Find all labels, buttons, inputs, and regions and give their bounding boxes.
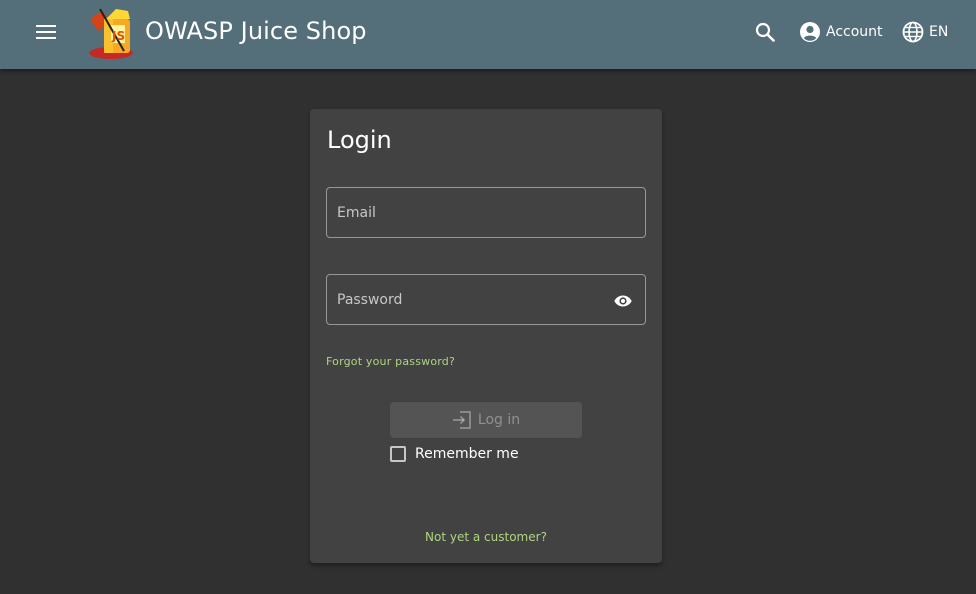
remember-me-checkbox[interactable]: Remember me <box>390 446 519 462</box>
password-input[interactable] <box>327 275 645 324</box>
login-button-label: Log in <box>477 412 521 428</box>
toggle-password-visibility-button[interactable] <box>613 291 633 311</box>
account-circle-icon <box>800 22 820 42</box>
login-title: Login <box>327 126 392 154</box>
register-link[interactable]: Not yet a customer? <box>310 530 662 544</box>
language-button[interactable]: EN <box>902 18 948 46</box>
account-label: Account <box>826 24 883 40</box>
email-field[interactable] <box>326 187 646 238</box>
email-input[interactable] <box>327 188 645 237</box>
menu-button[interactable] <box>30 16 62 48</box>
juice-shop-logo[interactable]: JS <box>84 5 138 61</box>
password-field[interactable] <box>326 274 646 325</box>
top-toolbar: JS OWASP Juice Shop Account EN <box>0 0 976 69</box>
checkbox-box[interactable] <box>390 446 406 462</box>
forgot-password-link[interactable]: Forgot your password? <box>326 355 455 368</box>
visibility-icon <box>614 295 632 307</box>
language-icon <box>902 21 924 43</box>
account-button[interactable]: Account <box>799 18 883 46</box>
remember-me-label: Remember me <box>415 446 519 462</box>
svg-text:JS: JS <box>111 29 125 43</box>
search-icon <box>755 22 775 42</box>
login-card: Login Forgot your password? Log in Remem… <box>310 109 662 563</box>
language-label: EN <box>929 24 949 40</box>
login-icon <box>452 411 471 429</box>
search-button[interactable] <box>751 18 779 46</box>
login-button[interactable]: Log in <box>390 402 582 438</box>
menu-icon <box>36 25 56 39</box>
app-title[interactable]: OWASP Juice Shop <box>145 17 367 45</box>
